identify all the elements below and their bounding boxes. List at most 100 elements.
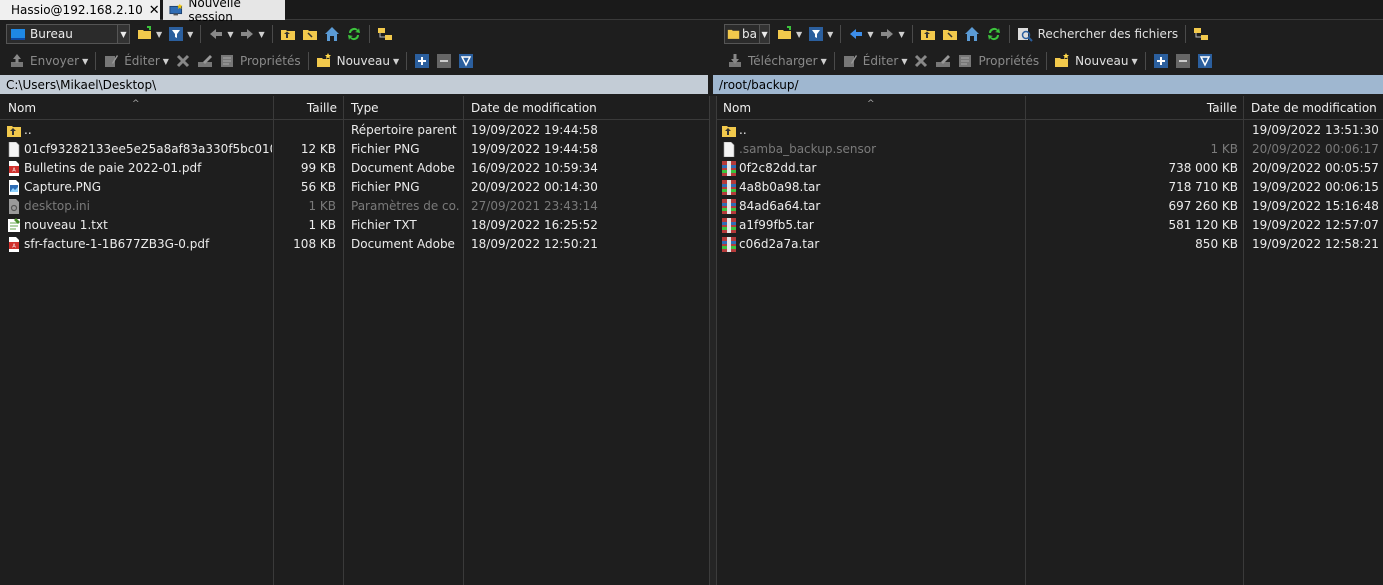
chevron-down-icon[interactable]: ▼ [393, 57, 399, 66]
properties-button[interactable]: Propriétés [216, 50, 304, 72]
edit-button[interactable]: Éditer ▼ [100, 50, 172, 72]
filter-select-button[interactable] [1194, 50, 1216, 72]
properties-button[interactable]: Propriétés [954, 50, 1042, 72]
select-all-button[interactable] [411, 50, 433, 72]
right-path-bar[interactable]: /root/backup/ [713, 75, 1383, 94]
refresh-button[interactable] [983, 23, 1005, 45]
filter-button[interactable]: ▼ [805, 23, 836, 45]
file-row[interactable]: 4a8b0a98.tar 718 710 KB 19/09/2022 00:06:1… [717, 178, 1383, 197]
file-size: 1 KB [1210, 142, 1238, 156]
file-row[interactable]: Asfr-facture-1-1B677ZB3G-0.pdf 108 KB Docu… [0, 235, 709, 254]
file-row[interactable]: .samba_backup.sensor 1 KB 20/09/2022 00:06… [717, 140, 1383, 159]
toolbar-separator [911, 25, 913, 43]
download-button[interactable]: Télécharger ▼ [724, 50, 830, 72]
file-date: 19/09/2022 12:57:07 [1252, 218, 1379, 232]
parent-directory-button[interactable] [917, 23, 939, 45]
file-row[interactable]: desktop.ini 1 KB Paramètres de co... 27/09/… [0, 197, 709, 216]
tab-session-hassio[interactable]: Hassio@192.168.2.10 ✕ [0, 0, 160, 20]
chevron-down-icon[interactable]: ▼ [82, 57, 88, 66]
file-date: 19/09/2022 19:44:58 [471, 142, 598, 156]
folder-open-icon [138, 26, 151, 39]
file-size: 738 000 KB [1168, 161, 1238, 175]
right-navigation-toolbar: ba ▼ ▼ ▼ ▼ ▼ Rechercher des fichiers [724, 21, 1212, 47]
column-header-name[interactable]: ^ Nom [717, 96, 1022, 120]
chevron-down-icon[interactable]: ▼ [163, 57, 169, 66]
column-header-type[interactable]: Type [345, 96, 463, 120]
file-row[interactable]: 84ad6a64.tar 697 260 KB 19/09/2022 15:16:4… [717, 197, 1383, 216]
file-row[interactable]: 01cf93282133ee5e25a8af83a330f5bc0107bf66… [0, 140, 709, 159]
sort-ascending-icon: ^ [867, 99, 875, 109]
chevron-down-icon[interactable]: ▼ [1132, 57, 1138, 66]
column-header-size[interactable]: Taille [273, 96, 343, 120]
tree-view-button[interactable] [374, 23, 396, 45]
chevron-down-icon[interactable]: ▼ [827, 30, 833, 39]
tree-view-button[interactable] [1190, 23, 1212, 45]
pdf-icon: A [9, 161, 19, 176]
search-files-button[interactable]: Rechercher des fichiers [1014, 23, 1182, 45]
chevron-down-icon[interactable]: ▼ [796, 30, 802, 39]
file-row[interactable]: c06d2a7a.tar 850 KB 19/09/2022 12:58:21 [717, 235, 1383, 254]
toolbar-separator [1185, 25, 1187, 43]
chevron-down-icon[interactable]: ▼ [187, 30, 193, 39]
back-button[interactable]: ▼ [845, 23, 876, 45]
refresh-button[interactable] [343, 23, 365, 45]
send-button[interactable]: Envoyer ▼ [6, 50, 91, 72]
forward-button[interactable]: ▼ [236, 23, 267, 45]
file-row[interactable]: 0f2c82dd.tar 738 000 KB 20/09/2022 00:05:5… [717, 159, 1383, 178]
delete-button[interactable] [172, 50, 194, 72]
new-button[interactable]: Nouveau ▼ [1051, 50, 1141, 72]
home-button[interactable] [961, 23, 983, 45]
rename-button[interactable] [932, 50, 954, 72]
column-header-size[interactable]: Taille [1025, 96, 1243, 120]
chevron-down-icon[interactable]: ▼ [258, 30, 264, 39]
edit-button[interactable]: Éditer ▼ [839, 50, 911, 72]
chevron-down-icon[interactable]: ▼ [156, 30, 162, 39]
new-button[interactable]: Nouveau ▼ [313, 50, 403, 72]
left-location-combo[interactable]: Bureau ▼ [6, 24, 130, 44]
arrow-left-icon [210, 29, 223, 39]
file-row[interactable]: a1f99fb5.tar 581 120 KB 19/09/2022 12:57:0… [717, 216, 1383, 235]
download-icon [729, 54, 741, 67]
file-row[interactable]: .. Répertoire parent 19/09/2022 19:44:58 [0, 121, 709, 140]
open-folder-button[interactable]: ▼ [134, 23, 165, 45]
file-row[interactable]: nouveau 1.txt 1 KB Fichier TXT 18/09/2022 1… [0, 216, 709, 235]
file-row[interactable]: A Bulletins de paie 2022-01.pdf 99 KB Docum… [0, 159, 709, 178]
delete-button[interactable] [910, 50, 932, 72]
open-folder-button[interactable]: ▼ [774, 23, 805, 45]
column-header-date[interactable]: Date de modification [1245, 96, 1383, 120]
file-row[interactable]: .. 19/09/2022 13:51:30 [717, 121, 1383, 140]
filter-select-button[interactable] [455, 50, 477, 72]
tab-new-session[interactable]: Nouvelle session [163, 0, 285, 24]
chevron-down-icon[interactable]: ▼ [759, 25, 769, 43]
chevron-down-icon[interactable]: ▼ [898, 30, 904, 39]
select-all-button[interactable] [1150, 50, 1172, 72]
file-size: 108 KB [293, 237, 336, 251]
chevron-down-icon[interactable]: ▼ [901, 57, 907, 66]
home-button[interactable] [321, 23, 343, 45]
new-label: Nouveau [336, 54, 390, 68]
root-directory-button[interactable] [939, 23, 961, 45]
deselect-button[interactable] [433, 50, 455, 72]
column-header-date[interactable]: Date de modification [465, 96, 625, 120]
close-icon[interactable]: ✕ [149, 3, 160, 18]
back-button[interactable]: ▼ [205, 23, 236, 45]
chevron-down-icon[interactable]: ▼ [227, 30, 233, 39]
chevron-down-icon[interactable]: ▼ [867, 30, 873, 39]
file-name: 4a8b0a98.tar [739, 180, 821, 194]
root-directory-button[interactable] [299, 23, 321, 45]
remote-file-list[interactable]: ^ Nom Taille Date de modification .. 19/0… [716, 96, 1383, 585]
left-path-bar[interactable]: C:\Users\Mikael\Desktop\ [0, 75, 708, 94]
forward-button[interactable]: ▼ [876, 23, 907, 45]
chevron-down-icon[interactable]: ▼ [117, 25, 129, 43]
local-file-list[interactable]: ^ Nom Taille Type Date de modification .… [0, 96, 710, 585]
file-name: c06d2a7a.tar [739, 237, 820, 251]
parent-directory-button[interactable] [277, 23, 299, 45]
filter-button[interactable]: ▼ [165, 23, 196, 45]
rename-button[interactable] [194, 50, 216, 72]
file-row[interactable]: Capture.PNG 56 KB Fichier PNG 20/09/2022 00… [0, 178, 709, 197]
deselect-button[interactable] [1172, 50, 1194, 72]
right-location-combo[interactable]: ba ▼ [724, 24, 770, 44]
column-header-name[interactable]: ^ Nom [2, 96, 272, 120]
chevron-down-icon[interactable]: ▼ [821, 57, 827, 66]
properties-icon [220, 55, 233, 67]
